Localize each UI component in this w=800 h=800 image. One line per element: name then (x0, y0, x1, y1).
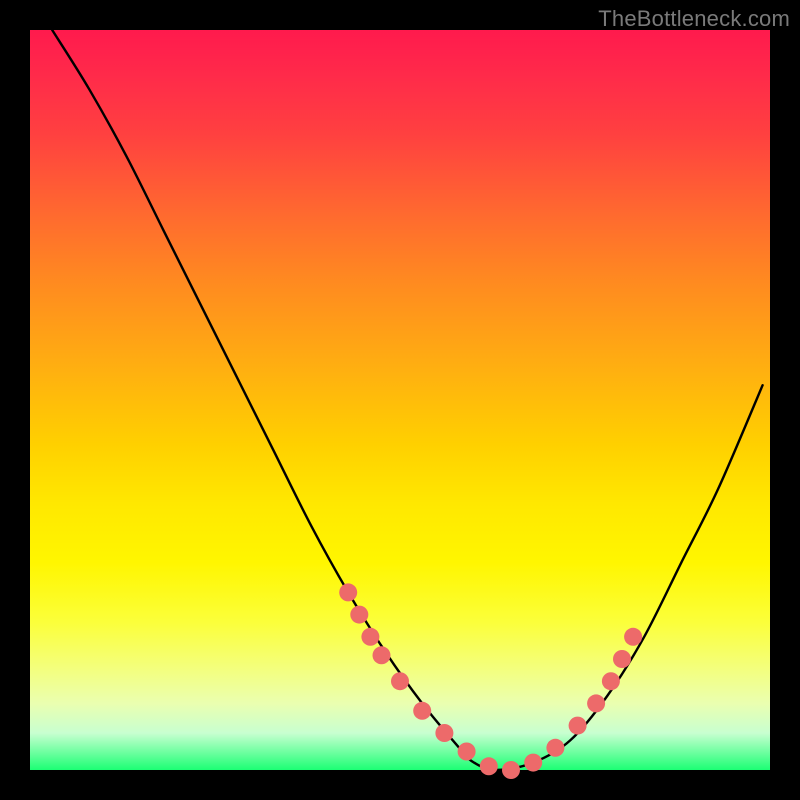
curve-marker (350, 606, 368, 624)
curve-marker (373, 646, 391, 664)
curve-marker (569, 717, 587, 735)
curve-marker (339, 583, 357, 601)
chart-frame: TheBottleneck.com (0, 0, 800, 800)
curve-markers (339, 583, 642, 779)
plot-area (30, 30, 770, 770)
curve-marker (458, 743, 476, 761)
watermark-text: TheBottleneck.com (598, 6, 790, 32)
curve-marker (502, 761, 520, 779)
curve-path (52, 30, 762, 770)
curve-marker (602, 672, 620, 690)
curve-marker (624, 628, 642, 646)
curve-marker (613, 650, 631, 668)
curve-marker (546, 739, 564, 757)
curve-marker (413, 702, 431, 720)
curve-marker (361, 628, 379, 646)
curve-marker (480, 757, 498, 775)
bottleneck-curve (30, 30, 770, 770)
curve-marker (587, 694, 605, 712)
curve-marker (435, 724, 453, 742)
curve-marker (524, 754, 542, 772)
curve-marker (391, 672, 409, 690)
